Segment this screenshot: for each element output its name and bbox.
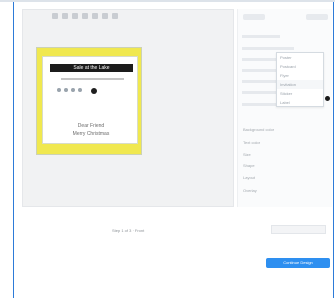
dropdown-item[interactable]: Label: [277, 98, 323, 107]
section-label[interactable]: Shape: [243, 163, 255, 168]
card-line-2: Merry Christmas: [72, 131, 110, 137]
card-dots: [57, 88, 97, 94]
text-input[interactable]: [271, 225, 326, 234]
canvas-caption: Step 1 of 3 · Front: [112, 228, 145, 233]
section-label[interactable]: Size: [243, 152, 251, 157]
card-title-bar: Sale at the Lake: [50, 64, 133, 72]
dot: [78, 88, 82, 92]
dot: [71, 88, 75, 92]
design-card[interactable]: Sale at the Lake Dear Friend Merry Chris…: [36, 47, 142, 155]
section-label[interactable]: Text color: [243, 140, 260, 145]
panel-tab[interactable]: [243, 14, 265, 20]
panel-row: [242, 35, 280, 38]
panel-header: [243, 11, 328, 23]
card-line: [61, 78, 124, 80]
dropdown-item[interactable]: Sticker: [277, 89, 323, 98]
dropdown-item[interactable]: Flyer: [277, 71, 323, 80]
screen: Sale at the Lake Dear Friend Merry Chris…: [0, 0, 335, 304]
panel-row: [242, 47, 294, 50]
section-label[interactable]: Background color: [243, 127, 274, 132]
dropdown-item[interactable]: Poster: [277, 53, 323, 62]
undo-icon[interactable]: [52, 13, 58, 19]
dot: [57, 88, 61, 92]
dropdown-item[interactable]: Postcard: [277, 62, 323, 71]
redo-icon[interactable]: [62, 13, 68, 19]
zoom-in-icon[interactable]: [82, 13, 88, 19]
format-dropdown[interactable]: Poster Postcard Flyer Invitation Sticker…: [276, 52, 330, 107]
panel-tab[interactable]: [306, 14, 328, 20]
dot: [64, 88, 68, 92]
canvas-toolbar: [52, 8, 118, 24]
section-label[interactable]: Overlay: [243, 188, 257, 193]
align-icon[interactable]: [102, 13, 108, 19]
section-label[interactable]: Layout: [243, 175, 255, 180]
continue-button[interactable]: Continue Design: [266, 258, 330, 268]
dropdown-item-selected[interactable]: Invitation: [277, 80, 323, 89]
layers-icon[interactable]: [112, 13, 118, 19]
card-inner: Sale at the Lake Dear Friend Merry Chris…: [42, 56, 138, 144]
grid-icon[interactable]: [92, 13, 98, 19]
dot-dark: [91, 88, 97, 94]
color-swatch[interactable]: [325, 96, 330, 101]
zoom-out-icon[interactable]: [72, 13, 78, 19]
card-title: Sale at the Lake: [73, 65, 110, 71]
card-line-1: Dear Friend: [77, 123, 105, 129]
